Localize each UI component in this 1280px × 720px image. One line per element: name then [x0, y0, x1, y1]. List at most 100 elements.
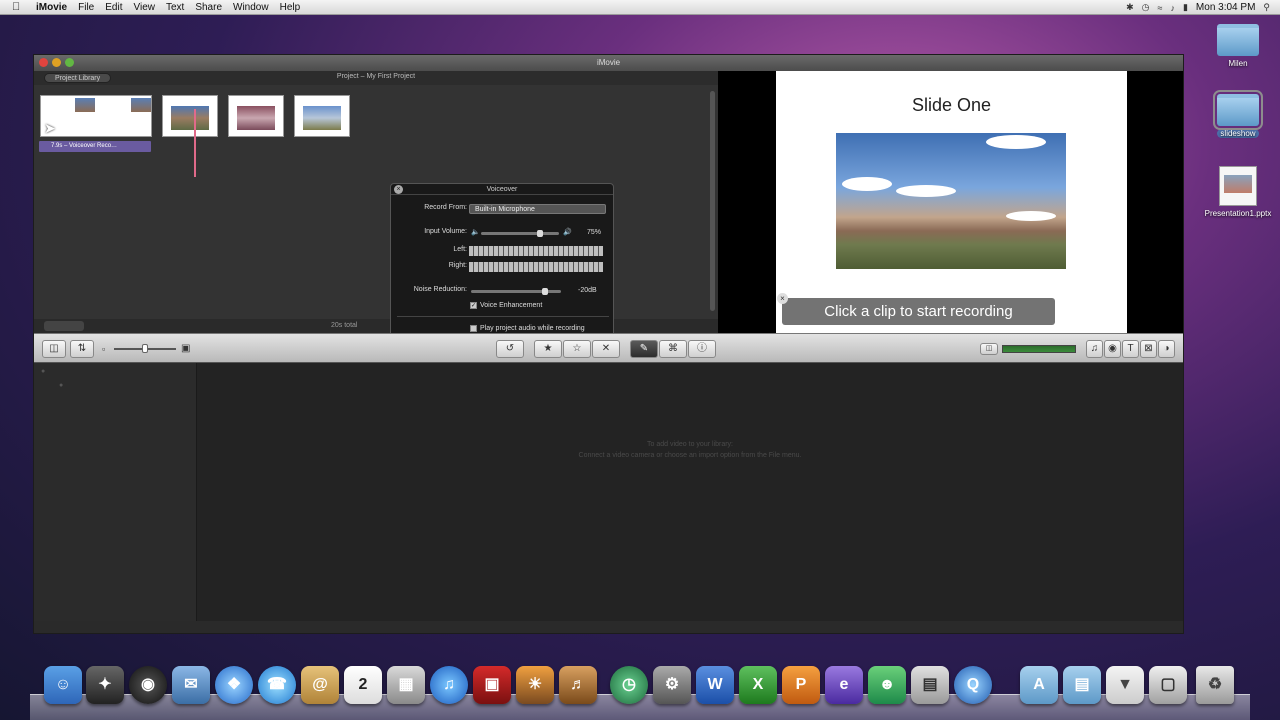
time-machine-icon[interactable]: ◷ [1142, 2, 1150, 13]
add-selection-button[interactable]: ↺ [496, 340, 524, 358]
wifi-icon[interactable]: ≈ [1158, 3, 1163, 13]
reject-button[interactable]: ✕ [592, 340, 620, 358]
close-icon[interactable]: × [394, 185, 403, 194]
project-bottom-bar: 20s total [34, 319, 718, 333]
word-icon[interactable]: W [696, 666, 734, 704]
apple-menu-icon[interactable]:  [12, 1, 26, 13]
folder-icon [1213, 90, 1263, 130]
menu-view[interactable]: View [133, 2, 155, 13]
system-preferences-icon[interactable]: ⚙ [653, 666, 691, 704]
project-scrollbar[interactable] [710, 91, 715, 311]
noise-reduction-knob[interactable] [541, 288, 548, 295]
volume-icon[interactable]: ♪ [1170, 3, 1175, 13]
project-clip-slide-group[interactable] [40, 95, 152, 137]
view-toggle-button[interactable] [44, 321, 84, 331]
menu-app-name[interactable]: iMovie [36, 2, 67, 13]
zoom-small-icon: ▫ [102, 344, 106, 354]
itunes-icon[interactable]: ♫ [430, 666, 468, 704]
mouse-cursor-icon: ➤ [44, 120, 56, 136]
ichat-icon[interactable]: ☎ [258, 666, 296, 704]
title-browser-icon[interactable]: T [1122, 340, 1139, 358]
close-icon[interactable]: × [777, 293, 788, 304]
zoom-window-icon[interactable] [65, 58, 74, 67]
unmark-button[interactable]: ☆ [563, 340, 591, 358]
window-titlebar[interactable]: iMovie [34, 55, 1183, 71]
menu-text[interactable]: Text [166, 2, 184, 13]
ical-icon[interactable]: 2 [344, 666, 382, 704]
menu-share[interactable]: Share [195, 2, 222, 13]
project-clip[interactable] [228, 95, 284, 137]
address-book-icon[interactable]: @ [301, 666, 339, 704]
excel-icon[interactable]: X [739, 666, 777, 704]
voiceover-clip-label[interactable]: 7.9s – Voiceover Reco… [39, 141, 151, 152]
empty-line-1: To add video to your library: [647, 441, 733, 448]
input-volume-slider[interactable] [481, 232, 559, 235]
record-hint[interactable]: × Click a clip to start recording [777, 293, 1055, 325]
applications-folder-icon[interactable]: A [1020, 666, 1058, 704]
noise-reduction-label: Noise Reduction: [413, 286, 467, 293]
inspector-button[interactable]: ⓘ [688, 340, 716, 358]
powerpoint-icon[interactable]: P [782, 666, 820, 704]
messenger-icon[interactable]: ☻ [868, 666, 906, 704]
menu-clock[interactable]: Mon 3:04 PM [1196, 2, 1255, 13]
minimize-window-icon[interactable] [52, 58, 61, 67]
keyword-tool-button[interactable]: ✎ [630, 340, 658, 358]
mark-favorite-button[interactable]: ★ [534, 340, 562, 358]
screenshot-stack-icon[interactable]: ▢ [1149, 666, 1187, 704]
mail-stamp-icon[interactable]: ✉ [172, 666, 210, 704]
photo-browser-icon[interactable]: ◉ [1104, 340, 1121, 358]
preview-icon[interactable]: ▦ [387, 666, 425, 704]
desktop-folder-slideshow[interactable]: slideshow [1208, 90, 1268, 138]
play-audio-label: Play project audio while recording [480, 325, 585, 332]
desktop-icon-label: slideshow [1217, 129, 1259, 138]
documents-folder-icon[interactable]: ▤ [1063, 666, 1101, 704]
thumbnail-size-knob[interactable] [142, 344, 148, 353]
playhead[interactable] [194, 109, 196, 177]
bluetooth-icon[interactable]: ✱ [1126, 2, 1134, 13]
transition-browser-icon[interactable]: ⊠ [1140, 340, 1157, 358]
project-clip[interactable] [162, 95, 218, 137]
swap-panes-button[interactable]: ⇅ [70, 340, 94, 358]
right-meter-row: Right: [391, 262, 613, 273]
audio-mute-button[interactable]: ◫ [980, 343, 998, 355]
crop-button[interactable]: ⌘ [659, 340, 687, 358]
garageband-icon[interactable]: ♬ [559, 666, 597, 704]
voice-enhancement-checkbox[interactable]: ✓ [470, 302, 477, 309]
finder-icon[interactable]: ☺ [44, 666, 82, 704]
close-window-icon[interactable] [39, 58, 48, 67]
menu-edit[interactable]: Edit [105, 2, 122, 13]
menu-help[interactable]: Help [280, 2, 301, 13]
trash-icon[interactable]: ♻ [1196, 666, 1234, 704]
map-browser-icon[interactable]: ◑ [1158, 340, 1175, 358]
desktop-icon-label: Milen [1228, 59, 1248, 68]
clip-thumbnail [171, 106, 209, 130]
record-from-select[interactable]: Built-in Microphone [469, 204, 606, 214]
dashboard-icon[interactable]: ✦ [86, 666, 124, 704]
downloads-stack-icon[interactable]: ▼ [1106, 666, 1144, 704]
battery-icon[interactable]: ▮ [1183, 2, 1188, 13]
desktop-file-presentation[interactable]: Presentation1.pptx [1203, 166, 1273, 218]
iphoto-icon[interactable]: ☀ [516, 666, 554, 704]
photo-booth-icon[interactable]: ▣ [473, 666, 511, 704]
entourage-icon[interactable]: e [825, 666, 863, 704]
play-audio-checkbox[interactable] [470, 325, 477, 332]
time-machine-icon[interactable]: ◷ [610, 666, 648, 704]
spotlight-icon[interactable]: ⚲ [1263, 2, 1270, 13]
quicktime-icon[interactable]: Q [954, 666, 992, 704]
mission-control-icon[interactable]: ◉ [129, 666, 167, 704]
safari-icon[interactable]: ❖ [215, 666, 253, 704]
music-browser-icon[interactable]: ♫ [1086, 340, 1103, 358]
menu-window[interactable]: Window [233, 2, 269, 13]
project-pane: Project Library Project – My First Proje… [34, 71, 718, 343]
desktop-folder-milen[interactable]: Milen [1208, 24, 1268, 68]
slide-photo [836, 133, 1066, 269]
event-item[interactable]: ● [34, 380, 196, 391]
project-clip[interactable] [294, 95, 350, 137]
app-store-preview-icon[interactable]: ▤ [911, 666, 949, 704]
volume-low-icon: 🔈 [471, 229, 480, 236]
noise-reduction-value: -20dB [578, 287, 597, 294]
menu-bar:  iMovie File Edit View Text Share Windo… [0, 0, 1280, 15]
menu-file[interactable]: File [78, 2, 94, 13]
camera-import-button[interactable]: ◫ [42, 340, 66, 358]
input-volume-knob[interactable] [536, 230, 543, 237]
